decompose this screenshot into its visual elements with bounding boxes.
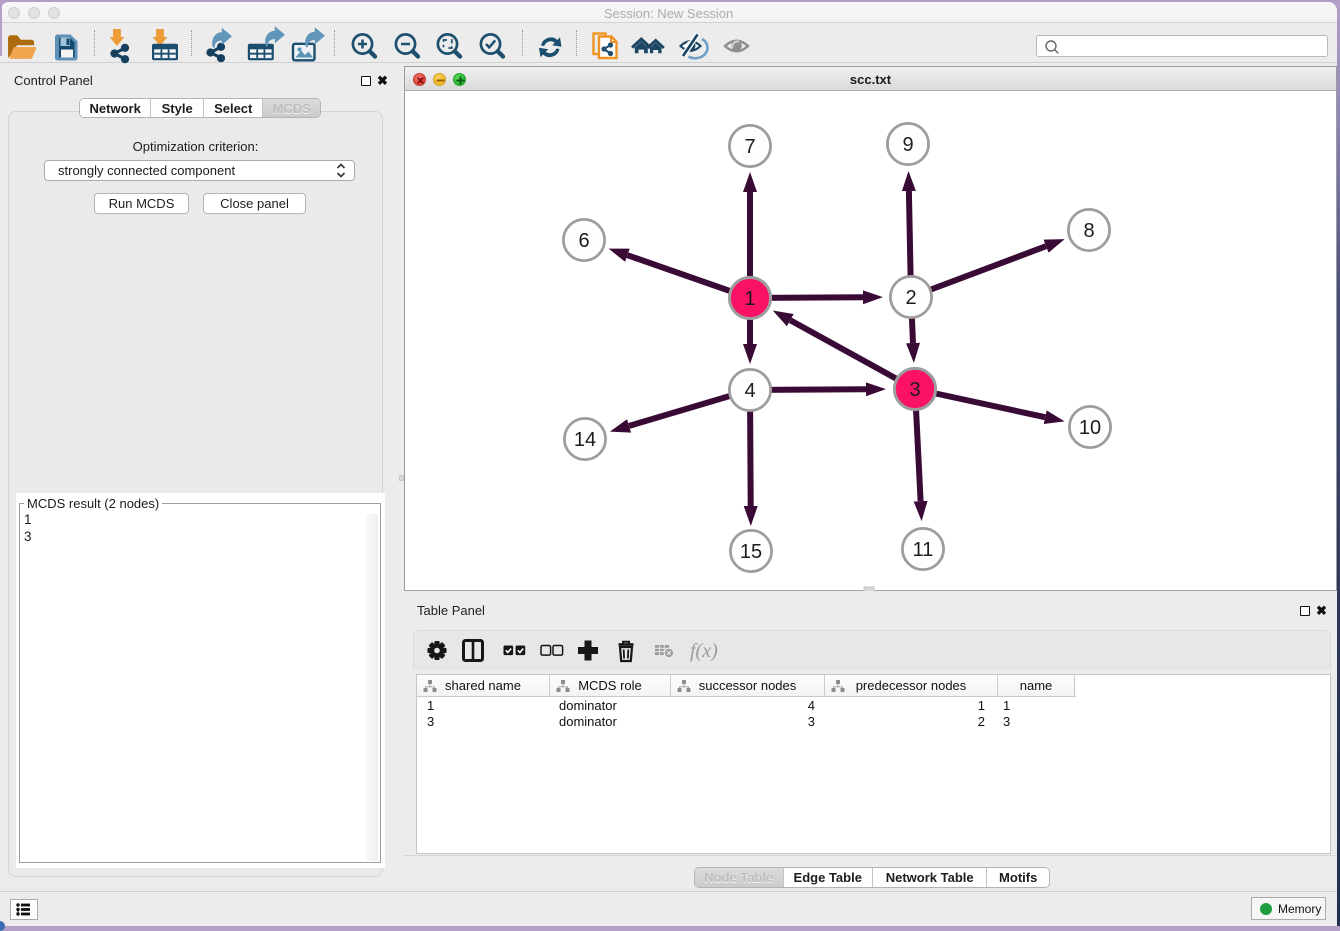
svg-text:15: 15 <box>740 541 762 563</box>
svg-text:8: 8 <box>1083 220 1094 242</box>
svg-text:4: 4 <box>744 380 755 402</box>
svg-text:2: 2 <box>905 287 916 309</box>
svg-text:1: 1 <box>744 288 755 310</box>
svg-text:9: 9 <box>902 134 913 156</box>
svg-text:f(x): f(x) <box>690 640 718 662</box>
svg-text:11: 11 <box>913 539 934 561</box>
svg-text:10: 10 <box>1079 417 1101 439</box>
svg-text:3: 3 <box>909 379 920 401</box>
svg-text:6: 6 <box>578 230 589 252</box>
svg-text:14: 14 <box>574 429 596 451</box>
svg-text:7: 7 <box>744 136 755 158</box>
